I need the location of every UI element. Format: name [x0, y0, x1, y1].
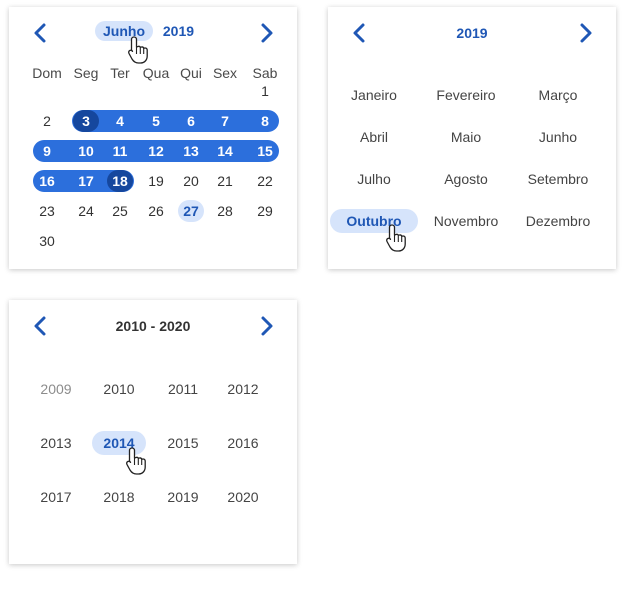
year-option[interactable]: 2012 — [216, 377, 270, 401]
month-label-button[interactable]: Junho — [95, 21, 153, 41]
day-picker-panel: Junho 2019 Dom Seg Ter Qua Qui Sex Sab 1 2 3 4 5 6 7 8… — [9, 7, 297, 269]
month-option[interactable]: Setembro — [514, 167, 602, 191]
day-cell[interactable]: 26 — [143, 200, 169, 222]
day-cell[interactable]: 21 — [212, 170, 238, 192]
year-label-button[interactable]: 2019 — [163, 23, 194, 39]
today-day[interactable]: 27 — [178, 200, 204, 222]
month-option[interactable]: Outubro — [330, 209, 418, 233]
day-cell[interactable]: 14 — [212, 140, 238, 162]
range-end-day[interactable]: 18 — [107, 170, 133, 192]
day-cell[interactable]: 16 — [34, 170, 60, 192]
day-cell[interactable]: 19 — [143, 170, 169, 192]
year-option[interactable]: 2015 — [156, 431, 210, 455]
weekday-header: Sab — [252, 65, 278, 81]
month-option[interactable]: Maio — [422, 125, 510, 149]
year-picker-panel: 2010 - 2020 2009 2010 2011 2012 2013 2014 2015… — [9, 300, 297, 564]
day-cell[interactable]: 23 — [34, 200, 60, 222]
year-option[interactable]: 2016 — [216, 431, 270, 455]
next-decade-button[interactable] — [256, 314, 278, 338]
chevron-right-icon — [580, 23, 592, 43]
month-option[interactable]: Julho — [330, 167, 418, 191]
day-cell[interactable]: 5 — [143, 110, 169, 132]
decade-header: 2010 - 2020 — [115, 318, 191, 334]
next-month-button[interactable] — [256, 21, 278, 45]
month-option[interactable]: Novembro — [422, 209, 510, 233]
year-option[interactable]: 2011 — [156, 377, 210, 401]
month-option[interactable]: Agosto — [422, 167, 510, 191]
day-cell[interactable]: 2 — [34, 110, 60, 132]
day-cell[interactable]: 10 — [73, 140, 99, 162]
day-cell[interactable]: 6 — [178, 110, 204, 132]
weekday-header: Qui — [180, 65, 202, 81]
year-option[interactable]: 2010 — [92, 377, 146, 401]
chevron-right-icon — [261, 316, 273, 336]
day-cell[interactable]: 15 — [252, 140, 278, 162]
weekday-header: Ter — [110, 65, 130, 81]
month-option[interactable]: Junho — [514, 125, 602, 149]
chevron-left-icon — [34, 23, 46, 43]
year-header[interactable]: 2019 — [328, 23, 616, 43]
month-option[interactable]: Janeiro — [330, 83, 418, 107]
day-cell[interactable]: 1 — [252, 80, 278, 102]
year-option[interactable]: 2020 — [216, 485, 270, 509]
month-option[interactable]: Abril — [330, 125, 418, 149]
month-year-header: Junho 2019 — [95, 21, 194, 41]
year-option[interactable]: 2019 — [156, 485, 210, 509]
year-option[interactable]: 2017 — [29, 485, 83, 509]
weekday-header: Sex — [212, 65, 238, 81]
year-option[interactable]: 2018 — [92, 485, 146, 509]
year-option[interactable]: 2013 — [29, 431, 83, 455]
day-cell[interactable]: 25 — [107, 200, 133, 222]
day-cell[interactable]: 20 — [178, 170, 204, 192]
weekday-header: Qua — [142, 65, 170, 81]
next-year-button[interactable] — [575, 21, 597, 45]
day-cell[interactable]: 9 — [34, 140, 60, 162]
range-highlight — [72, 110, 279, 132]
month-option[interactable]: Março — [514, 83, 602, 107]
range-start-day[interactable]: 3 — [73, 110, 99, 132]
year-option[interactable]: 2014 — [92, 431, 146, 455]
chevron-right-icon — [261, 23, 273, 43]
day-cell[interactable]: 24 — [73, 200, 99, 222]
month-picker-panel: 2019 Janeiro Fevereiro Março Abril Maio Junho… — [328, 7, 616, 269]
year-option[interactable]: 2009 — [29, 377, 83, 401]
day-cell[interactable]: 8 — [252, 110, 278, 132]
day-cell[interactable]: 29 — [252, 200, 278, 222]
day-cell[interactable]: 30 — [34, 230, 60, 252]
day-cell[interactable]: 12 — [143, 140, 169, 162]
month-option[interactable]: Fevereiro — [422, 83, 510, 107]
weekday-header: Seg — [73, 65, 99, 81]
prev-month-button[interactable] — [29, 21, 51, 45]
day-cell[interactable]: 11 — [107, 140, 133, 162]
day-cell[interactable]: 4 — [107, 110, 133, 132]
weekday-header: Dom — [32, 65, 62, 81]
day-cell[interactable]: 28 — [212, 200, 238, 222]
day-cell[interactable]: 22 — [252, 170, 278, 192]
month-option[interactable]: Dezembro — [514, 209, 602, 233]
day-cell[interactable]: 7 — [212, 110, 238, 132]
day-cell[interactable]: 13 — [178, 140, 204, 162]
day-cell[interactable]: 17 — [73, 170, 99, 192]
